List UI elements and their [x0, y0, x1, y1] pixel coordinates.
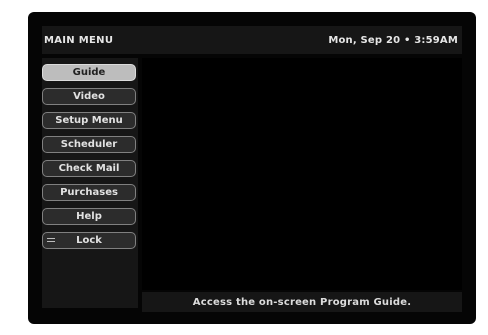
menu-item-label: Purchases	[60, 187, 118, 198]
help-bar: Access the on-screen Program Guide.	[142, 292, 462, 312]
menu-item-lock[interactable]: Lock	[42, 232, 136, 249]
menu-item-label: Scheduler	[60, 139, 118, 150]
menu-item-label: Setup Menu	[55, 115, 123, 126]
menu-item-setup-menu[interactable]: Setup Menu	[42, 112, 136, 129]
sidebar: Guide Video Setup Menu Scheduler Check M…	[42, 58, 138, 308]
menu-item-help[interactable]: Help	[42, 208, 136, 225]
menu-item-label: Video	[73, 91, 105, 102]
menu-item-label: Lock	[76, 235, 102, 246]
menu-item-video[interactable]: Video	[42, 88, 136, 105]
menu-item-label: Check Mail	[58, 163, 120, 174]
menu-item-check-mail[interactable]: Check Mail	[42, 160, 136, 177]
preview-area	[142, 58, 462, 290]
menu-item-label: Help	[76, 211, 102, 222]
tv-screen: MAIN MENU Mon, Sep 20 • 3:59AM Guide Vid…	[28, 12, 476, 324]
date-time: Mon, Sep 20 • 3:59AM	[328, 34, 458, 46]
header-bar: MAIN MENU Mon, Sep 20 • 3:59AM	[42, 26, 462, 54]
help-text: Access the on-screen Program Guide.	[192, 296, 412, 308]
page-title: MAIN MENU	[44, 34, 114, 46]
menu-item-scheduler[interactable]: Scheduler	[42, 136, 136, 153]
menu-item-label: Guide	[72, 67, 106, 78]
menu-item-purchases[interactable]: Purchases	[42, 184, 136, 201]
lock-icon	[47, 238, 55, 244]
menu-item-guide[interactable]: Guide	[42, 64, 136, 81]
